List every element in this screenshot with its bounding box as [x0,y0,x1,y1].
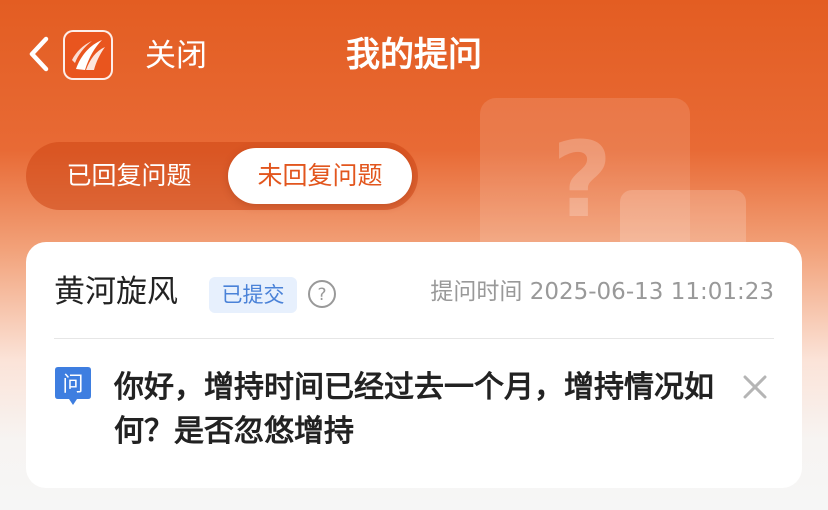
question-card[interactable]: 黄河旋风 已提交 ? 提问时间 2025-06-13 11:01:23 问 你好… [26,242,802,488]
question-tag-label: 问 [63,372,84,396]
question-filter-tabs: 已回复问题 未回复问题 [26,142,418,210]
question-time: 提问时间 2025-06-13 11:01:23 [430,279,774,305]
tab-answered-questions[interactable]: 已回复问题 [34,148,224,204]
divider [54,338,774,339]
tab-unanswered-questions[interactable]: 未回复问题 [228,148,412,204]
page-title: 我的提问 [346,35,482,75]
question-circle-icon: ? [308,280,336,308]
close-icon [743,375,767,399]
dismiss-question-button[interactable] [740,372,770,402]
company-name: 黄河旋风 [54,274,178,310]
question-text: 你好，增持时间已经过去一个月，增持情况如何？是否忽悠增持 [114,370,714,449]
top-nav-bar: 关闭 我的提问 [0,0,828,110]
help-button[interactable]: ? [307,279,337,309]
question-tag-icon: 问 [55,367,91,405]
svg-text:?: ? [317,285,326,305]
status-badge: 已提交 [209,277,297,313]
svg-text:?: ? [552,119,612,241]
